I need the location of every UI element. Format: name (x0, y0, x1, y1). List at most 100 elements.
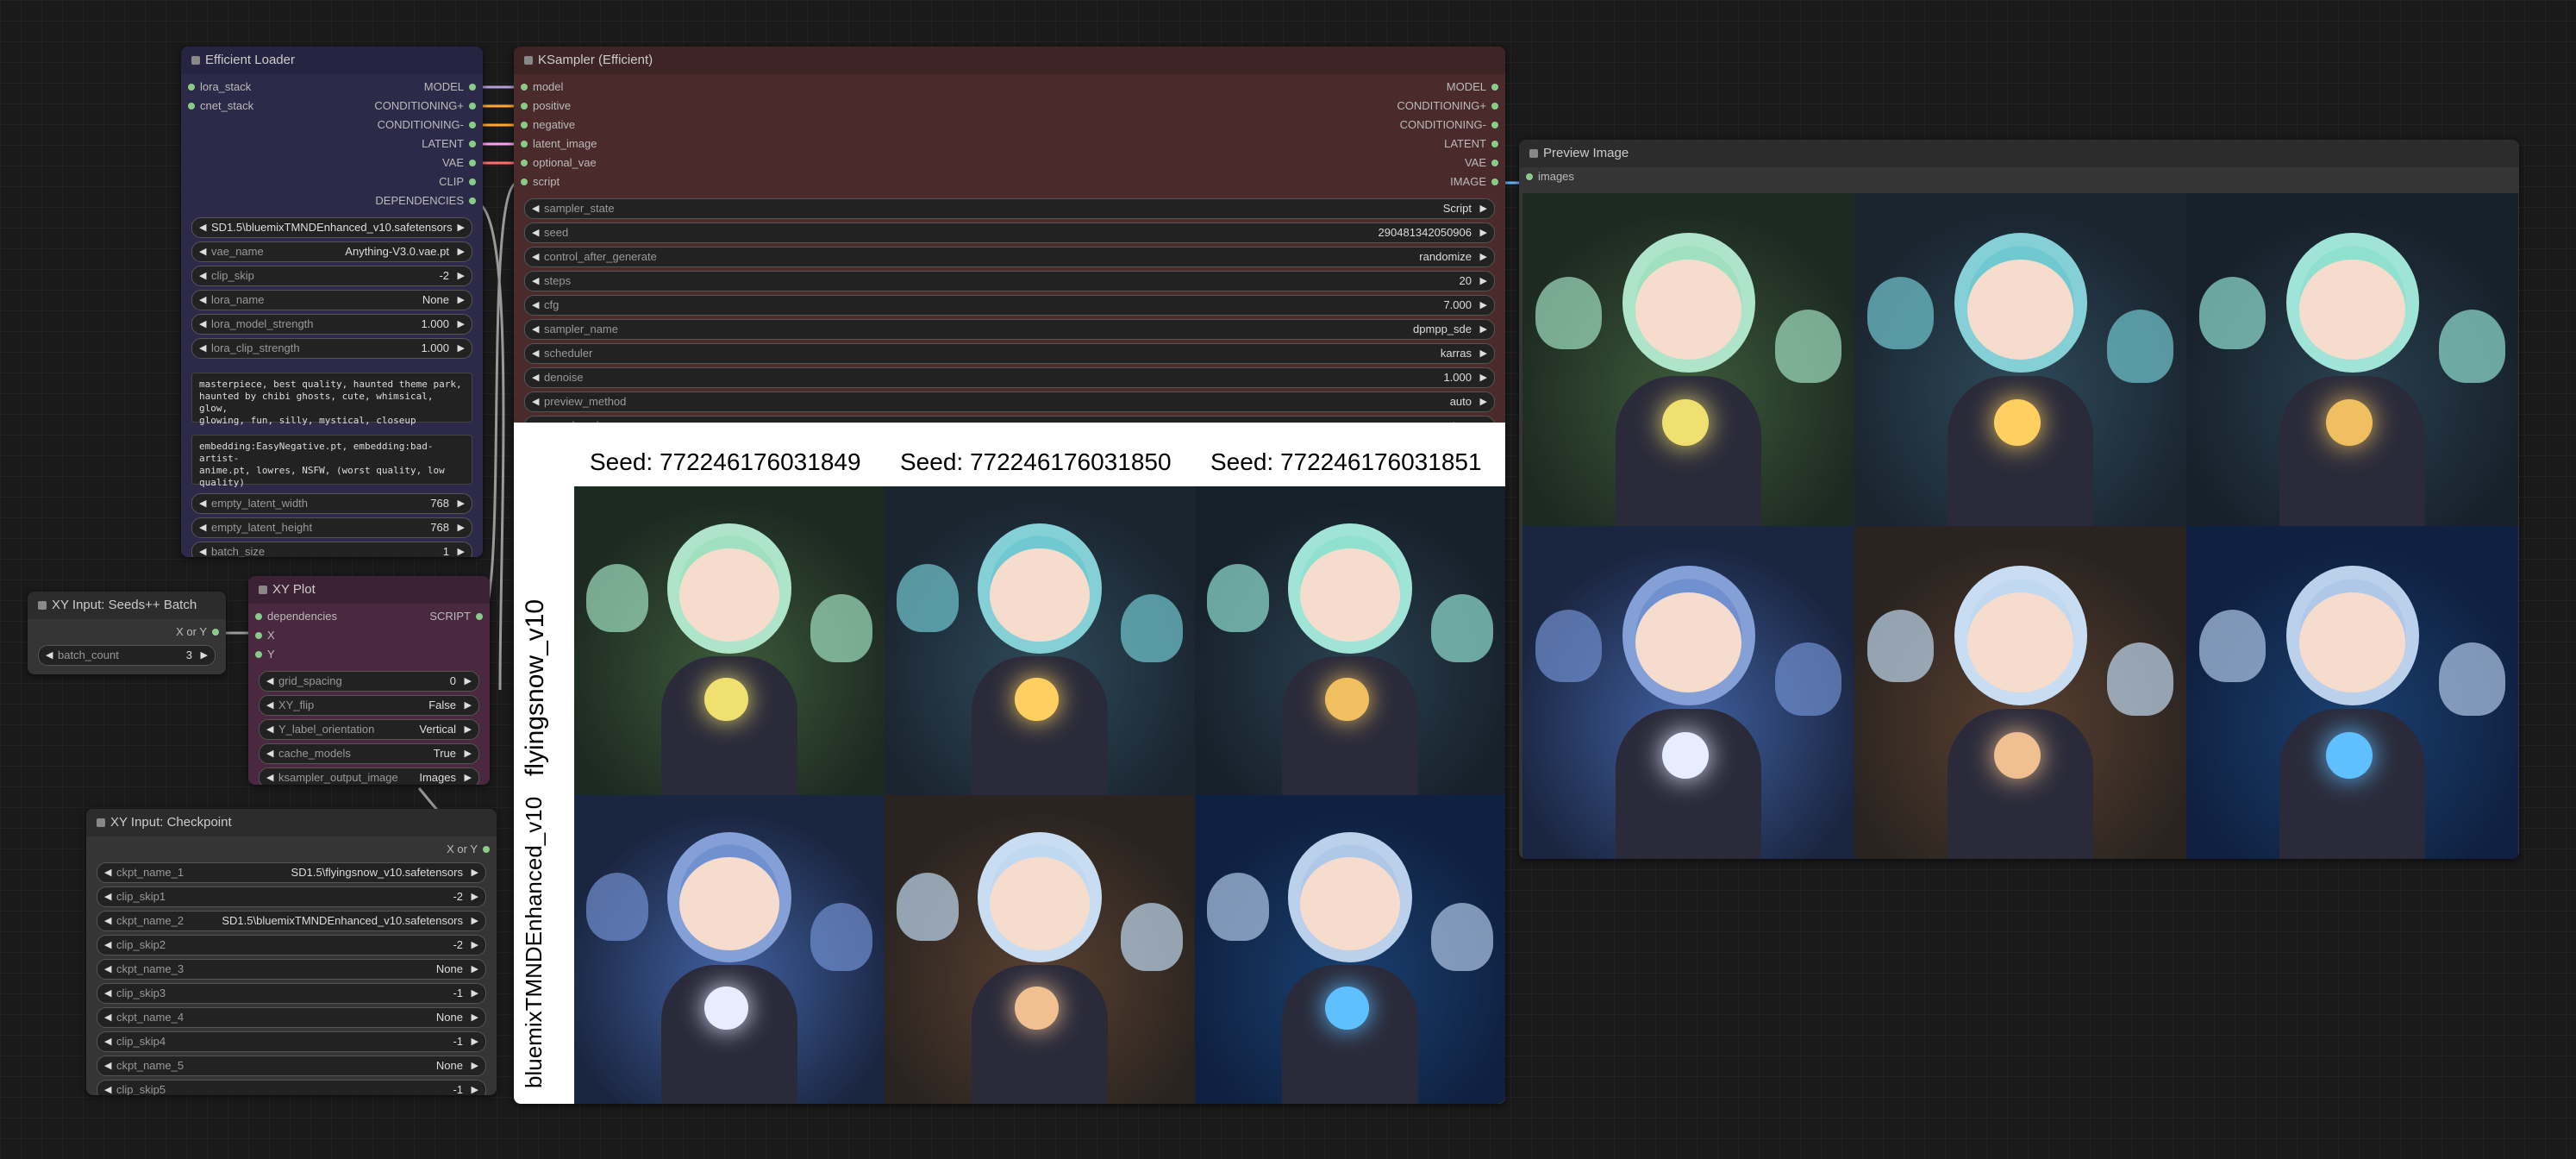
denoise-widget[interactable]: ◀ denoise 1.000 ▶ (524, 367, 1495, 388)
negative-prompt-textarea[interactable]: embedding:EasyNegative.pt, embedding:bad… (191, 435, 472, 488)
input-y[interactable]: Y (248, 645, 275, 664)
checkpoint-widget-ckpt-name-4[interactable]: ◀ ckpt_name_4 None ▶ (97, 1007, 486, 1028)
collapse-dot[interactable] (259, 586, 267, 594)
output-vae[interactable]: VAE (291, 153, 483, 172)
node-title[interactable]: XY Input: Seeds++ Batch (28, 592, 226, 619)
output-latent[interactable]: LATENT (1271, 135, 1505, 153)
input-x[interactable]: X (248, 626, 275, 645)
output-script[interactable]: SCRIPT (367, 607, 490, 626)
input-script[interactable]: script (514, 172, 560, 191)
output-clip[interactable]: CLIP (291, 172, 483, 191)
arrow-right-icon[interactable]: ▶ (472, 1032, 478, 1051)
arrow-right-icon[interactable]: ▶ (472, 984, 478, 1003)
arrow-right-icon[interactable]: ▶ (472, 1008, 478, 1027)
checkpoint-widget-ckpt-name-3[interactable]: ◀ ckpt_name_3 None ▶ (97, 959, 486, 980)
output-latent[interactable]: LATENT (291, 135, 483, 153)
arrow-left-icon[interactable]: ◀ (104, 960, 111, 979)
output-dependencies[interactable]: DEPENDENCIES (291, 191, 483, 210)
collapse-dot[interactable] (191, 56, 200, 65)
lora-clip-strength-widget[interactable]: ◀ lora_clip_strength 1.000 ▶ (191, 338, 472, 359)
node-title[interactable]: Efficient Loader (181, 47, 483, 74)
output-conditioning-minus[interactable]: CONDITIONING- (1271, 116, 1505, 135)
output-vae[interactable]: VAE (1271, 153, 1505, 172)
cfg-widget[interactable]: ◀ cfg 7.000 ▶ (524, 295, 1495, 316)
input-optional-vae[interactable]: optional_vae (514, 153, 597, 172)
collapse-dot[interactable] (38, 601, 47, 610)
xy-plot-output-image[interactable]: Seed: 772246176031849 Seed: 772246176031… (514, 423, 1505, 1104)
node-title[interactable]: Preview Image (1519, 140, 2519, 167)
lora-name-widget[interactable]: ◀ lora_name None ▶ (191, 290, 472, 310)
input-dependencies[interactable]: dependencies (248, 607, 337, 626)
output-conditioning-plus[interactable]: CONDITIONING+ (1271, 97, 1505, 116)
arrow-left-icon[interactable]: ◀ (104, 984, 111, 1003)
checkpoint-widget-ckpt-name-2[interactable]: ◀ ckpt_name_2 SD1.5\bluemixTMNDEnhanced_v1… (97, 911, 486, 931)
arrow-left-icon[interactable]: ◀ (104, 912, 111, 930)
clip-skip-widget[interactable]: ◀ clip_skip -2 ▶ (191, 266, 472, 286)
arrow-right-icon[interactable]: ▶ (472, 912, 478, 930)
positive-prompt-textarea[interactable]: masterpiece, best quality, haunted theme… (191, 373, 472, 426)
seeds-batch-node[interactable]: XY Input: Seeds++ Batch X or Y ◀ batch_co… (28, 592, 226, 674)
checkpoint-widget-clip-skip4[interactable]: ◀ clip_skip4 -1 ▶ (97, 1031, 486, 1052)
sampler-name-widget[interactable]: ◀ sampler_name dpmpp_sde ▶ (524, 319, 1495, 340)
efficient-loader-node[interactable]: Efficient Loader lora_stack cnet_stack M… (181, 47, 483, 557)
input-lora-stack[interactable]: lora_stack (181, 78, 251, 97)
preview-method-widget[interactable]: ◀ preview_method auto ▶ (524, 392, 1495, 412)
grid-spacing-widget[interactable]: ◀ grid_spacing 0 ▶ (259, 671, 479, 692)
arrow-right-icon[interactable]: ▶ (472, 1056, 478, 1075)
arrow-left-icon[interactable]: ◀ (104, 1056, 111, 1075)
output-conditioning-plus[interactable]: CONDITIONING+ (291, 97, 483, 116)
seed-widget[interactable]: ◀ seed 290481342050906 ▶ (524, 222, 1495, 243)
steps-widget[interactable]: ◀ steps 20 ▶ (524, 271, 1495, 291)
arrow-left-icon[interactable]: ◀ (104, 936, 111, 955)
collapse-dot[interactable] (524, 56, 533, 65)
latent-height-widget[interactable]: ◀ empty_latent_height 768 ▶ (191, 517, 472, 538)
checkpoint-node[interactable]: XY Input: Checkpoint X or Y ◀ ckpt_name_1… (86, 809, 497, 1095)
output-model[interactable]: MODEL (1271, 78, 1505, 97)
input-model[interactable]: model (514, 78, 563, 97)
ckpt-name-widget[interactable]: ◀ SD1.5\bluemixTMNDEnhanced_v10.safetenso… (191, 217, 472, 238)
input-images[interactable]: images (1519, 167, 2519, 186)
node-title[interactable]: XY Plot (248, 576, 490, 604)
input-cnet-stack[interactable]: cnet_stack (181, 97, 253, 116)
input-latent-image[interactable]: latent_image (514, 135, 597, 153)
ksampler-node[interactable]: KSampler (Efficient) model positive nega… (514, 47, 1505, 1104)
input-positive[interactable]: positive (514, 97, 571, 116)
arrow-right-icon[interactable]: ▶ (472, 1081, 478, 1095)
latent-width-widget[interactable]: ◀ empty_latent_width 768 ▶ (191, 493, 472, 514)
lora-model-strength-widget[interactable]: ◀ lora_model_strength 1.000 ▶ (191, 314, 472, 335)
node-title[interactable]: KSampler (Efficient) (514, 47, 1505, 74)
vae-name-widget[interactable]: ◀ vae_name Anything-V3.0.vae.pt ▶ (191, 241, 472, 262)
control-after-generate-widget[interactable]: ◀ control_after_generate randomize ▶ (524, 247, 1495, 267)
node-title[interactable]: XY Input: Checkpoint (86, 809, 497, 836)
xy-flip-widget[interactable]: ◀ XY_flip False ▶ (259, 695, 479, 716)
checkpoint-widget-clip-skip1[interactable]: ◀ clip_skip1 -2 ▶ (97, 886, 486, 907)
arrow-right-icon[interactable]: ▶ (472, 863, 478, 882)
checkpoint-widget-ckpt-name-5[interactable]: ◀ ckpt_name_5 None ▶ (97, 1056, 486, 1076)
y-label-orientation-widget[interactable]: ◀ Y_label_orientation Vertical ▶ (259, 719, 479, 740)
collapse-dot[interactable] (97, 818, 105, 827)
scheduler-widget[interactable]: ◀ scheduler karras ▶ (524, 343, 1495, 364)
checkpoint-widget-clip-skip5[interactable]: ◀ clip_skip5 -1 ▶ (97, 1080, 486, 1095)
preview-image-grid[interactable] (1522, 193, 2519, 859)
batch-count-widget[interactable]: ◀ batch_count 3 ▶ (38, 645, 216, 666)
input-negative[interactable]: negative (514, 116, 575, 135)
preview-image-node[interactable]: Preview Image images (1519, 140, 2519, 859)
ksampler-output-image-widget[interactable]: ◀ ksampler_output_image Images ▶ (259, 767, 479, 785)
output-image[interactable]: IMAGE (1271, 172, 1505, 191)
arrow-left-icon[interactable]: ◀ (104, 1008, 111, 1027)
xy-plot-node[interactable]: XY Plot dependencies X Y SCRIPT ◀ grid_sp… (248, 576, 490, 785)
output-x-or-y[interactable]: X or Y (86, 840, 497, 859)
output-x-or-y[interactable]: X or Y (28, 623, 226, 642)
cache-models-widget[interactable]: ◀ cache_models True ▶ (259, 743, 479, 764)
checkpoint-widget-clip-skip2[interactable]: ◀ clip_skip2 -2 ▶ (97, 935, 486, 955)
arrow-left-icon[interactable]: ◀ (104, 863, 111, 882)
sampler-state-widget[interactable]: ◀ sampler_state Script ▶ (524, 198, 1495, 219)
arrow-left-icon[interactable]: ◀ (104, 1081, 111, 1095)
output-conditioning-minus[interactable]: CONDITIONING- (291, 116, 483, 135)
batch-size-widget[interactable]: ◀ batch_size 1 ▶ (191, 542, 472, 557)
output-model[interactable]: MODEL (291, 78, 483, 97)
checkpoint-widget-ckpt-name-1[interactable]: ◀ ckpt_name_1 SD1.5\flyingsnow_v10.safeten… (97, 862, 486, 883)
collapse-dot[interactable] (1529, 149, 1538, 158)
arrow-right-icon[interactable]: ▶ (472, 936, 478, 955)
arrow-right-icon[interactable]: ▶ (472, 887, 478, 906)
